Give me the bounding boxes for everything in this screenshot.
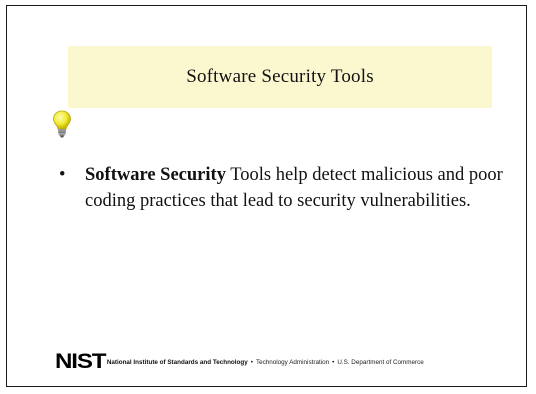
footer-org-name: National Institute of Standards and Tech… — [106, 358, 248, 366]
nist-logo: NIST — [55, 350, 107, 373]
footer-admin: Technology Administration — [255, 358, 330, 366]
footer-separator: • — [332, 358, 335, 366]
slide-title: Software Security Tools — [186, 66, 374, 87]
bullet-bold-text: Software Security — [85, 165, 226, 185]
footer-dept: U.S. Department of Commerce — [337, 358, 424, 366]
bullet-item: • Software Security Tools help detect ma… — [59, 162, 509, 214]
footer-separator: • — [250, 358, 253, 366]
bullet-text: Software Security Tools help detect mali… — [85, 162, 509, 214]
lightbulb-icon — [52, 110, 72, 140]
title-box: Software Security Tools — [68, 46, 492, 108]
footer: NIST National Institute of Standards and… — [55, 350, 424, 373]
slide: Software Security Tools • Software Secur… — [6, 5, 527, 387]
bullet-symbol: • — [59, 165, 66, 185]
